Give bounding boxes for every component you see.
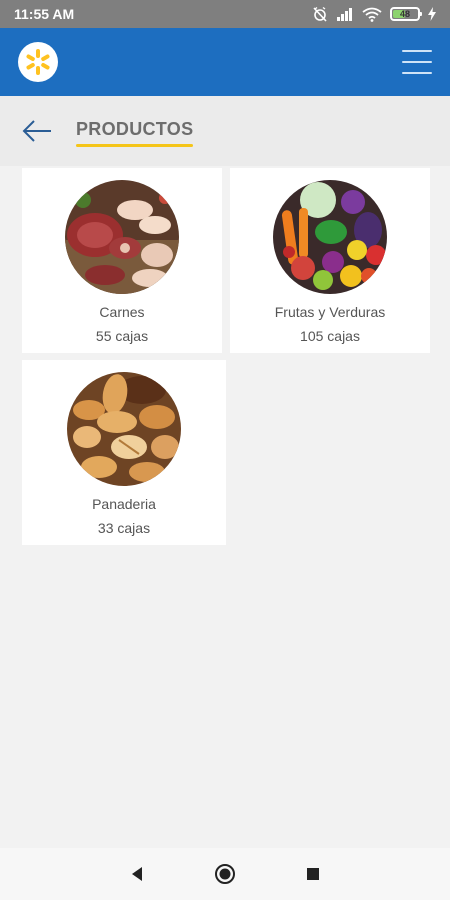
bread-photo xyxy=(67,372,181,486)
recents-square-icon[interactable] xyxy=(300,861,326,887)
status-bar: 11:55 AM 48 xyxy=(0,0,450,28)
vegetables-photo xyxy=(273,180,387,294)
product-card-panaderia[interactable]: Panaderia 33 cajas xyxy=(22,360,226,545)
status-icons: 48 xyxy=(312,6,436,22)
app-header xyxy=(0,28,450,96)
home-circle-icon[interactable] xyxy=(212,861,238,887)
system-nav-bar xyxy=(0,848,450,900)
battery-level: 48 xyxy=(399,9,410,19)
product-count: 33 cajas xyxy=(97,520,151,536)
walmart-spark-icon[interactable] xyxy=(18,42,58,82)
page-header: PRODUCTOS xyxy=(0,96,450,166)
product-name: Frutas y Verduras xyxy=(274,304,386,320)
product-count: 105 cajas xyxy=(300,328,360,344)
product-name: Panaderia xyxy=(92,496,156,512)
arrow-left-icon[interactable] xyxy=(22,117,54,145)
back-triangle-icon[interactable] xyxy=(124,861,150,887)
product-count: 55 cajas xyxy=(95,328,149,344)
signal-icon xyxy=(336,7,354,21)
battery-icon: 48 xyxy=(390,7,422,21)
status-time: 11:55 AM xyxy=(14,6,75,22)
product-card-carnes[interactable]: Carnes 55 cajas xyxy=(22,168,222,353)
product-card-frutas-y-verduras[interactable]: Frutas y Verduras 105 cajas xyxy=(230,168,430,353)
wifi-icon xyxy=(362,7,382,22)
hamburger-menu-icon[interactable] xyxy=(402,50,432,74)
charging-icon xyxy=(428,7,436,21)
alarm-off-icon xyxy=(312,6,328,22)
product-name: Carnes xyxy=(99,304,145,320)
meat-photo xyxy=(65,180,179,294)
page-title: PRODUCTOS xyxy=(76,119,194,147)
